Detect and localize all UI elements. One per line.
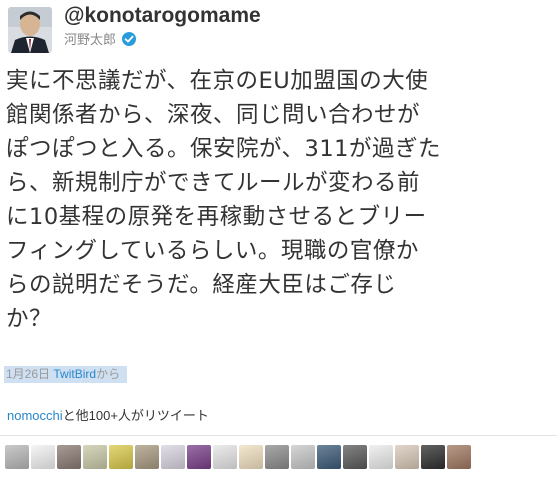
retweeter-avatar[interactable]	[395, 445, 419, 469]
avatar-11-icon	[265, 445, 289, 469]
verified-badge-icon	[122, 31, 137, 46]
avatar-13-icon	[317, 445, 341, 469]
retweeter-avatar[interactable]	[5, 445, 29, 469]
retweeter-avatar[interactable]	[57, 445, 81, 469]
tweet-date[interactable]: 1月26日	[6, 367, 50, 381]
retweeter-avatar[interactable]	[447, 445, 471, 469]
retweeter-avatar[interactable]	[291, 445, 315, 469]
retweeter-avatar[interactable]	[343, 445, 367, 469]
tweet-client-link[interactable]: TwitBird	[53, 367, 96, 381]
avatar-1-icon	[5, 445, 29, 469]
retweeter-avatar[interactable]	[317, 445, 341, 469]
author-handle[interactable]: @konotarogomame	[64, 3, 261, 29]
avatar-16-icon	[395, 445, 419, 469]
retweeter-avatar[interactable]	[31, 445, 55, 469]
retweeter-avatar[interactable]	[135, 445, 159, 469]
retweeter-avatar[interactable]	[421, 445, 445, 469]
retweeter-avatar[interactable]	[213, 445, 237, 469]
avatar-14-icon	[343, 445, 367, 469]
avatar-5-icon	[109, 445, 133, 469]
avatar-3-icon	[57, 445, 81, 469]
avatar-17-icon	[421, 445, 445, 469]
retweeter-avatar[interactable]	[369, 445, 393, 469]
retweeter-link[interactable]: nomocchi	[7, 408, 63, 423]
avatar-8-icon	[187, 445, 211, 469]
retweeter-avatar[interactable]	[109, 445, 133, 469]
author-avatar[interactable]	[8, 7, 52, 53]
retweeter-avatar[interactable]	[161, 445, 185, 469]
avatar-2-icon	[31, 445, 55, 469]
author-name-row: 河野太郎	[64, 29, 137, 48]
tweet-meta: 1月26日 TwitBirdから	[4, 366, 128, 383]
retweet-summary: nomocchiと他100+人がリツイート	[7, 408, 209, 424]
avatar-12-icon	[291, 445, 315, 469]
avatar-4-icon	[83, 445, 107, 469]
avatar-9-icon	[213, 445, 237, 469]
avatar-6-icon	[135, 445, 159, 469]
tweet-client-suffix: から	[96, 367, 121, 381]
avatar-15-icon	[369, 445, 393, 469]
retweeter-avatars	[5, 445, 473, 469]
avatar-10-icon	[239, 445, 263, 469]
retweeter-avatar[interactable]	[83, 445, 107, 469]
divider	[0, 435, 557, 436]
retweeter-avatar[interactable]	[239, 445, 263, 469]
retweeter-avatar[interactable]	[265, 445, 289, 469]
avatar-18-icon	[447, 445, 471, 469]
retweet-count-text: と他100+人がリツイート	[62, 408, 209, 423]
retweeter-avatar[interactable]	[187, 445, 211, 469]
tweet-text: 実に不思議だが、在京のEU加盟国の大使 館関係者から、深夜、同じ問い合わせが ぽ…	[6, 68, 441, 332]
avatar-7-icon	[161, 445, 185, 469]
author-name[interactable]: 河野太郎	[64, 29, 116, 48]
